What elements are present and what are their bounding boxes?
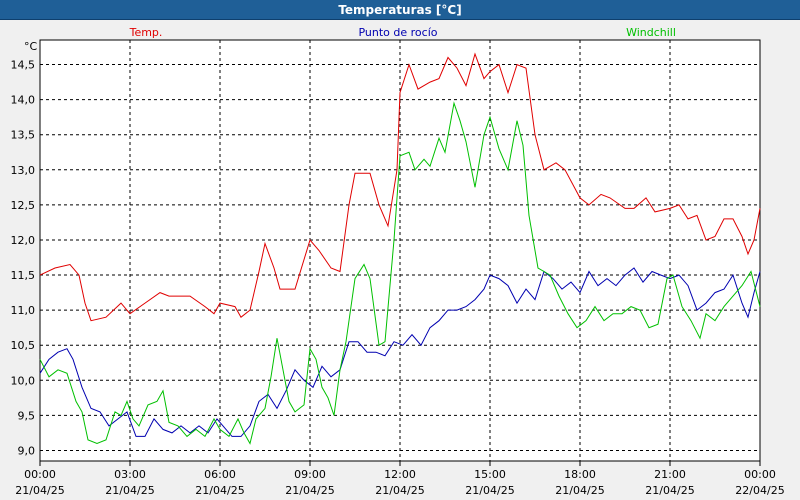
legend-dew-point: Punto de rocío [358, 26, 437, 39]
x-tick-time-label: 06:00 [204, 468, 236, 481]
x-tick-time-label: 21:00 [654, 468, 686, 481]
legend-windchill: Windchill [626, 26, 676, 39]
x-tick-date-label: 21/04/25 [645, 484, 694, 497]
x-tick-date-label: 22/04/25 [735, 484, 784, 497]
x-tick-date-label: 21/04/25 [195, 484, 244, 497]
x-tick-time-label: 00:00 [24, 468, 56, 481]
y-tick-label: 10,0 [11, 374, 36, 387]
y-tick-label: 14,5 [11, 59, 36, 72]
y-tick-label: 9,0 [18, 444, 36, 457]
y-tick-label: 14,0 [11, 94, 36, 107]
y-tick-label: 12,5 [11, 199, 36, 212]
legend-temp: Temp. [129, 26, 163, 39]
x-axis: 00:00 21/04/25 03:00 21/04/25 06:00 21/04/25 0… [15, 461, 785, 497]
x-tick-date-label: 21/04/25 [285, 484, 334, 497]
x-tick-time-label: 15:00 [474, 468, 506, 481]
x-tick-time-label: 03:00 [114, 468, 146, 481]
x-tick-date-label: 21/04/25 [105, 484, 154, 497]
y-axis: 9,0 9,5 10,0 10,5 11,0 11,5 12,0 12,5 13,0 13,5 14… [11, 59, 36, 458]
y-tick-label: 9,5 [18, 409, 36, 422]
y-tick-label: 10,5 [11, 339, 36, 352]
y-tick-label: 13,0 [11, 164, 36, 177]
y-tick-label: 12,0 [11, 234, 36, 247]
x-tick-time-label: 09:00 [294, 468, 326, 481]
x-tick-date-label: 21/04/25 [465, 484, 514, 497]
y-axis-unit: °C [24, 40, 38, 53]
chart-titlebar: Temperaturas [°C] [0, 0, 800, 20]
x-tick-date-label: 21/04/25 [375, 484, 424, 497]
chart-title: Temperaturas [°C] [338, 3, 462, 17]
y-tick-label: 11,5 [11, 269, 36, 282]
x-tick-time-label: 00:00 [744, 468, 776, 481]
y-tick-label: 11,0 [11, 304, 36, 317]
x-tick-time-label: 12:00 [384, 468, 416, 481]
x-tick-time-label: 18:00 [564, 468, 596, 481]
x-tick-date-label: 21/04/25 [15, 484, 64, 497]
y-tick-label: 13,5 [11, 129, 36, 142]
x-tick-date-label: 21/04/25 [555, 484, 604, 497]
temperature-chart: 9,0 9,5 10,0 10,5 11,0 11,5 12,0 12,5 13,0 13,5 14… [11, 26, 785, 497]
